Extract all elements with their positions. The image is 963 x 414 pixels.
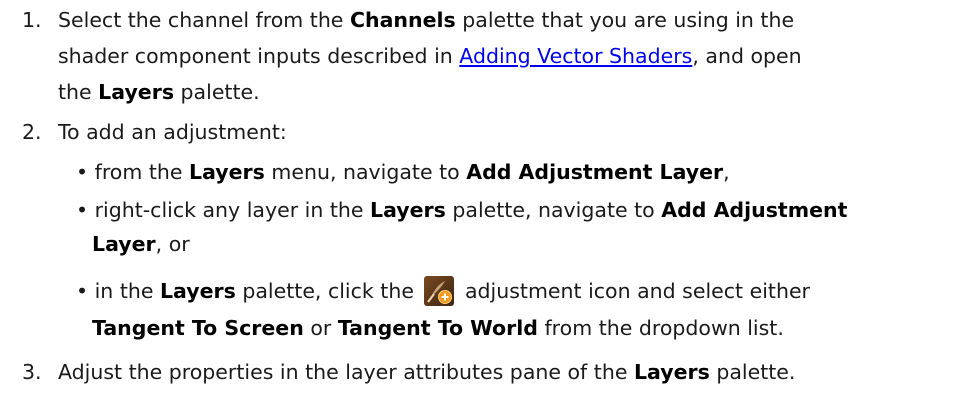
text: palette that you are using in the [455, 8, 795, 32]
add-adjustment-term: Add Adjustment [661, 198, 848, 222]
text: palette. [709, 360, 796, 384]
adjustment-layer-icon[interactable] [424, 276, 455, 306]
step-1-line-2: shader component inputs described in Add… [58, 44, 802, 68]
step-2-intro: To add an adjustment: [58, 120, 287, 144]
document: 1. Select the channel from the Channels … [0, 0, 963, 414]
layers-term: Layers [159, 279, 236, 303]
layer-term: Layer [92, 232, 156, 256]
layers-term: Layers [633, 360, 710, 384]
layers-term: Layers [189, 160, 265, 184]
text: Adjust the properties in the layer attri… [58, 360, 634, 384]
step-2-bullet-3: • in the Layers palette, click the adjus… [76, 276, 810, 306]
step-2-bullet-3-cont: Tangent To Screen or Tangent To World fr… [92, 316, 784, 340]
text: Select the channel from the [58, 8, 350, 32]
step-3-line: Adjust the properties in the layer attri… [58, 360, 795, 384]
step-1-line-3: the Layers palette. [58, 80, 260, 104]
step-2-bullet-1: • from the Layers menu, navigate to Add … [76, 160, 730, 184]
text: from the dropdown list. [537, 316, 784, 340]
text: , and open [692, 44, 802, 68]
step-1-line-1: Select the channel from the Channels pal… [58, 8, 794, 32]
layers-term: Layers [98, 80, 175, 104]
text: or [303, 316, 338, 340]
text: • in the [76, 279, 160, 303]
text: menu, navigate to [264, 160, 467, 184]
text: , or [155, 232, 190, 256]
text: • from the [76, 160, 189, 184]
layers-term: Layers [370, 198, 446, 222]
step-2-bullet-2: • right-click any layer in the Layers pa… [76, 198, 847, 222]
text: shader component inputs described in [58, 44, 460, 68]
text: palette, click the [235, 279, 421, 303]
text: palette, navigate to [445, 198, 662, 222]
text: • right-click any layer in the [76, 198, 371, 222]
tangent-to-screen-term: Tangent To Screen [92, 316, 304, 340]
channels-term: Channels [349, 8, 456, 32]
add-adjustment-layer-term: Add Adjustment Layer [466, 160, 724, 184]
text: the [58, 80, 99, 104]
step-2-number: 2. [22, 120, 42, 144]
text: , [723, 160, 730, 184]
step-3-number: 3. [22, 360, 42, 384]
step-1-number: 1. [22, 8, 42, 32]
text: adjustment icon and select either [458, 279, 810, 303]
step-2-bullet-2-cont: Layer, or [92, 232, 190, 256]
tangent-to-world-term: Tangent To World [337, 316, 538, 340]
text: palette. [174, 80, 260, 104]
adding-vector-shaders-link[interactable]: Adding Vector Shaders [459, 44, 692, 68]
